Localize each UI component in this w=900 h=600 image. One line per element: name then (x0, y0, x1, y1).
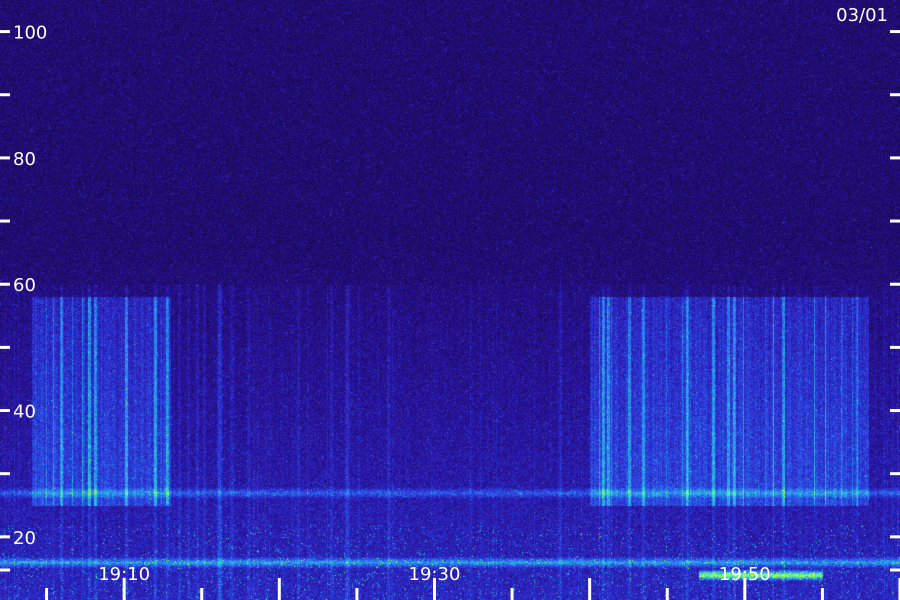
y-axis: 100 80 60 40 20 (0, 23, 900, 572)
x-tick-label: 19:30 (409, 564, 461, 585)
spectrogram-view: 100 80 60 40 20 19:10 19:30 19:50 03/01 (0, 0, 900, 600)
axis-overlay: 100 80 60 40 20 19:10 19:30 19:50 (0, 23, 900, 600)
x-tick-label: 19:10 (98, 564, 150, 585)
x-tick-label: 19:50 (719, 564, 771, 585)
y-tick-label: 60 (13, 275, 36, 296)
y-tick-label: 100 (13, 23, 47, 44)
y-tick-label: 80 (13, 149, 36, 170)
y-tick-label: 40 (13, 402, 36, 423)
y-tick-label: 20 (13, 528, 36, 549)
date-label: 03/01 (836, 5, 888, 26)
x-axis: 19:10 19:30 19:50 (45, 564, 900, 600)
